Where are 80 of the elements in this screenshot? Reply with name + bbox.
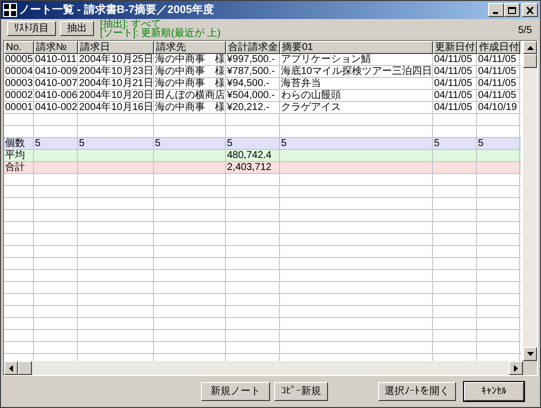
table-cell: 2004年10月21日 bbox=[79, 78, 153, 89]
vertical-scrollbar[interactable] bbox=[523, 41, 537, 361]
table-cell: 04/11/05 bbox=[434, 66, 472, 77]
right-arrow-icon bbox=[514, 364, 518, 372]
filter-info: [ソート]: 更新順(最近が 上) bbox=[100, 28, 221, 38]
table-cell: 0410-007 bbox=[35, 78, 77, 89]
column-header[interactable]: 請求日 bbox=[78, 41, 154, 54]
table-cell: ¥504,000.- bbox=[227, 90, 275, 101]
summary-cell: 480,742.4 bbox=[227, 150, 272, 161]
table-cell: 2004年10月16日 bbox=[79, 102, 153, 113]
scroll-thumb[interactable] bbox=[18, 361, 32, 375]
summary-cell: 2,403,712 bbox=[227, 162, 272, 173]
table-cell: 2004年10月25日 bbox=[79, 54, 153, 65]
summary-cell: 合計 bbox=[5, 162, 25, 173]
table-cell: 04/11/05 bbox=[478, 90, 516, 101]
table-cell: 0410-002 bbox=[35, 102, 77, 113]
table-cell: わらの山饅頭 bbox=[281, 90, 341, 101]
dialog-button[interactable]: ｷｬﾝｾﾙ bbox=[464, 382, 524, 401]
dialog-button[interactable]: 新規ノート bbox=[201, 382, 270, 401]
table-cell: ¥787,500.- bbox=[227, 66, 275, 77]
summary-cell: 5 bbox=[155, 138, 161, 149]
summary-cell: 平均 bbox=[5, 150, 25, 161]
maximize-icon bbox=[508, 6, 516, 14]
toolbar-button[interactable]: ﾘｽﾄ項目 bbox=[7, 21, 56, 36]
table-cell: クラゲアイス bbox=[281, 102, 341, 113]
scroll-left-button[interactable] bbox=[4, 361, 18, 375]
table-cell: 0410-006 bbox=[35, 90, 77, 101]
scroll-up-button[interactable] bbox=[523, 41, 537, 54]
summary-cell: 5 bbox=[227, 138, 233, 149]
scroll-right-button[interactable] bbox=[509, 361, 523, 375]
table-cell: 00003 bbox=[5, 78, 33, 89]
table-cell: ¥20,212.- bbox=[227, 102, 270, 113]
close-icon bbox=[526, 6, 534, 14]
summary-cell: 5 bbox=[478, 138, 484, 149]
table-cell: 04/11/05 bbox=[434, 54, 472, 65]
table-cell: 04/10/19 bbox=[478, 102, 517, 113]
summary-cell: 5 bbox=[35, 138, 41, 149]
app-icon bbox=[3, 3, 17, 17]
close-button[interactable] bbox=[522, 3, 538, 17]
table-cell: 04/11/05 bbox=[434, 102, 472, 113]
dialog-button[interactable]: ｺﾋﾟｰ新規 bbox=[274, 382, 328, 401]
maximize-button[interactable] bbox=[504, 3, 520, 17]
column-header[interactable]: No. bbox=[4, 41, 34, 54]
table-cell: ¥94,500.- bbox=[227, 78, 270, 89]
column-header[interactable]: 請求№ bbox=[34, 41, 78, 54]
table-cell: 0410-011 bbox=[35, 54, 77, 65]
table-cell: 04/11/05 bbox=[434, 90, 472, 101]
scroll-down-button[interactable] bbox=[523, 347, 537, 361]
filter-info: [抽出]: すべて bbox=[100, 20, 162, 28]
column-header[interactable]: 作成日付 bbox=[477, 41, 520, 54]
scroll-thumb[interactable] bbox=[523, 54, 537, 68]
record-count: 5/5 bbox=[518, 24, 532, 38]
minimize-button[interactable] bbox=[488, 3, 504, 17]
toolbar-button[interactable]: 抽出 bbox=[60, 21, 94, 36]
up-arrow-icon bbox=[526, 46, 534, 50]
table-cell: 04/11/05 bbox=[478, 66, 516, 77]
table-cell: 04/11/05 bbox=[478, 78, 516, 89]
column-header[interactable]: 合計請求金 bbox=[226, 41, 280, 54]
summary-cell: 5 bbox=[281, 138, 287, 149]
table-cell: 00002 bbox=[5, 90, 33, 101]
table-cell: 2004年10月23日 bbox=[79, 66, 153, 77]
dialog-button[interactable]: 選択ﾉｰﾄを開く bbox=[378, 382, 456, 401]
down-arrow-icon bbox=[526, 352, 534, 356]
table-cell: ¥997,500.- bbox=[227, 54, 275, 65]
horizontal-scrollbar[interactable] bbox=[4, 361, 523, 375]
table-cell: 00001 bbox=[5, 102, 33, 113]
summary-cell: 5 bbox=[434, 138, 440, 149]
scrollbar-corner bbox=[523, 361, 537, 375]
summary-cell: 個数 bbox=[5, 138, 25, 149]
table-cell: 00005 bbox=[5, 54, 33, 65]
table-cell: 04/11/05 bbox=[434, 78, 472, 89]
column-header[interactable]: 請求先 bbox=[154, 41, 226, 54]
table-cell: 2004年10月20日 bbox=[79, 90, 153, 101]
table-cell: 海苔弁当 bbox=[281, 78, 321, 89]
table-cell: 04/11/05 bbox=[478, 54, 516, 65]
summary-cell: 5 bbox=[79, 138, 85, 149]
table-cell: 0410-009 bbox=[35, 66, 77, 77]
window-title: ノート一覧 - 請求書B-7摘要／2005年度 bbox=[19, 2, 214, 18]
table-cell: 00004 bbox=[5, 66, 33, 77]
left-arrow-icon bbox=[9, 364, 13, 372]
